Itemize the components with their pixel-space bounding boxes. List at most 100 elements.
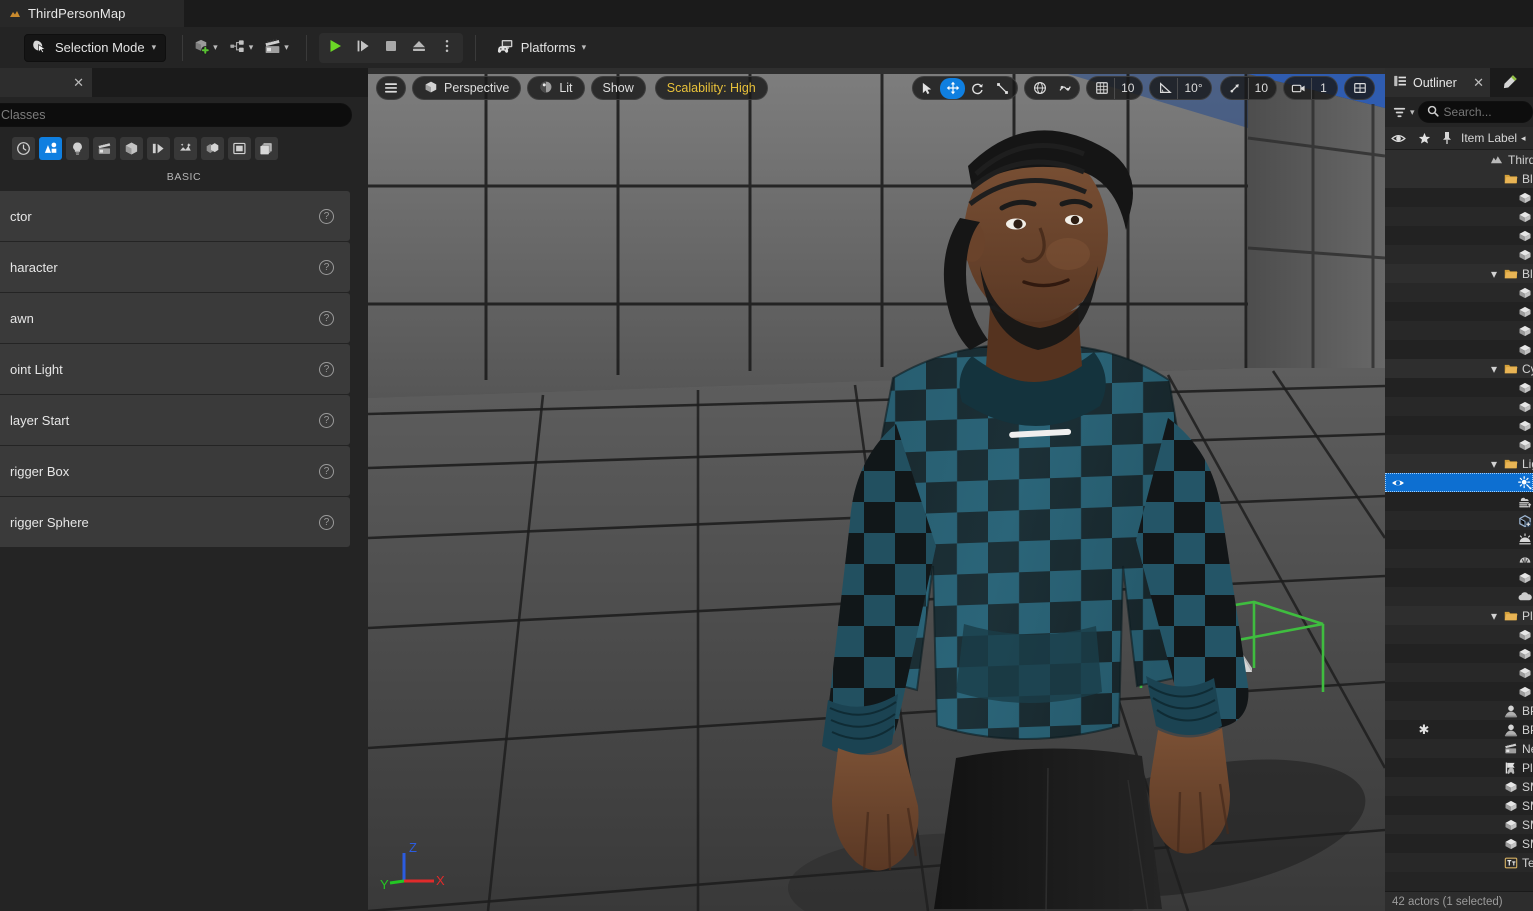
- outliner-group-row[interactable]: Bloc: [1385, 169, 1533, 188]
- outliner-item-row[interactable]: S: [1385, 416, 1533, 435]
- grid-snap-toggle[interactable]: [1089, 78, 1114, 99]
- category-lights[interactable]: [66, 137, 89, 160]
- camera-speed-value[interactable]: 1: [1311, 77, 1335, 99]
- tab-details[interactable]: [1490, 68, 1530, 97]
- world-coordinates-button[interactable]: [1027, 78, 1052, 99]
- play-button[interactable]: [321, 34, 349, 62]
- outliner-item-row[interactable]: SM_: [1385, 834, 1533, 853]
- outliner-item-row[interactable]: S: [1385, 283, 1533, 302]
- outliner-item-row[interactable]: S: [1385, 321, 1533, 340]
- blueprints-button[interactable]: ▾: [223, 33, 259, 63]
- outliner-item-row[interactable]: S: [1385, 226, 1533, 245]
- column-favorite[interactable]: [1411, 132, 1437, 145]
- help-icon[interactable]: ?: [319, 412, 334, 428]
- outliner-item-row[interactable]: BP_: [1385, 701, 1533, 720]
- outliner-item-row[interactable]: S: [1385, 435, 1533, 454]
- help-icon[interactable]: ?: [319, 463, 334, 479]
- column-item-label[interactable]: Item Label ◂: [1457, 131, 1533, 145]
- place-actor-row[interactable]: haracter?: [0, 242, 350, 292]
- outliner-item-row[interactable]: SM_: [1385, 777, 1533, 796]
- outliner-item-row[interactable]: S: [1385, 644, 1533, 663]
- outliner-item-row[interactable]: S: [1385, 625, 1533, 644]
- category-all-classes[interactable]: [201, 137, 224, 160]
- row-favorite-toggle[interactable]: ✱: [1411, 722, 1437, 738]
- outliner-group-row[interactable]: ▾ Ligh: [1385, 454, 1533, 473]
- outliner-item-row[interactable]: S: [1385, 188, 1533, 207]
- outliner-item-row[interactable]: S: [1385, 549, 1533, 568]
- outliner-item-row[interactable]: V: [1385, 587, 1533, 606]
- tab-outliner[interactable]: Outliner ✕: [1385, 68, 1490, 97]
- close-icon[interactable]: ✕: [73, 76, 84, 89]
- category-panels[interactable]: [228, 137, 251, 160]
- outliner-group-row[interactable]: ▾ Play: [1385, 606, 1533, 625]
- category-cinematic[interactable]: [93, 137, 116, 160]
- outliner-item-row[interactable]: S: [1385, 207, 1533, 226]
- camera-speed-toggle[interactable]: [1286, 78, 1311, 99]
- scale-snap-value[interactable]: 10: [1247, 77, 1274, 99]
- close-icon[interactable]: ✕: [1473, 75, 1484, 91]
- category-layers[interactable]: [255, 137, 278, 160]
- grid-snap-value[interactable]: 10: [1114, 77, 1140, 99]
- place-actor-row[interactable]: ctor?: [0, 191, 350, 241]
- outliner-item-row[interactable]: S: [1385, 378, 1533, 397]
- scale-snap-toggle[interactable]: [1223, 78, 1248, 99]
- outliner-item-row[interactable]: S: [1385, 245, 1533, 264]
- view-mode-button[interactable]: Lit: [527, 76, 585, 100]
- place-actor-row[interactable]: rigger Sphere?: [0, 497, 350, 547]
- rotate-tool-button[interactable]: [965, 78, 990, 99]
- level-tab-thirdpersonmap[interactable]: ThirdPersonMap: [0, 0, 184, 27]
- chevron-down-icon[interactable]: ▾: [1410, 107, 1415, 117]
- outliner-search-input[interactable]: Search...: [1417, 101, 1533, 123]
- outliner-item-row[interactable]: New: [1385, 739, 1533, 758]
- category-visual-effects[interactable]: [120, 137, 143, 160]
- outliner-item-row[interactable]: S: [1385, 302, 1533, 321]
- stop-button[interactable]: [377, 34, 405, 62]
- skip-frame-button[interactable]: [349, 34, 377, 62]
- place-actors-search-input[interactable]: Classes: [0, 103, 352, 127]
- outliner-item-row[interactable]: S: [1385, 340, 1533, 359]
- platforms-button[interactable]: Platforms ▾: [488, 34, 594, 62]
- translate-tool-button[interactable]: [940, 77, 966, 99]
- row-visibility-toggle[interactable]: [1385, 476, 1411, 490]
- filter-funnel-icon[interactable]: [1392, 105, 1407, 120]
- outliner-item-row[interactable]: SM_: [1385, 815, 1533, 834]
- outliner-item-row[interactable]: E: [1385, 492, 1533, 511]
- camera-mode-button[interactable]: Perspective: [412, 76, 522, 100]
- outliner-item-row[interactable]: Tex: [1385, 853, 1533, 872]
- category-basic[interactable]: [39, 137, 62, 160]
- outliner-item-row[interactable]: S: [1385, 663, 1533, 682]
- angle-snap-value[interactable]: 10°: [1177, 77, 1208, 99]
- outliner-item-row[interactable]: S: [1385, 530, 1533, 549]
- place-actor-row[interactable]: oint Light?: [0, 344, 350, 394]
- play-more-options-button[interactable]: [433, 34, 461, 62]
- help-icon[interactable]: ?: [319, 361, 334, 377]
- eject-button[interactable]: [405, 34, 433, 62]
- outliner-item-row[interactable]: Play: [1385, 758, 1533, 777]
- place-actor-row[interactable]: awn?: [0, 293, 350, 343]
- outliner-group-row[interactable]: ▾ Bloc: [1385, 264, 1533, 283]
- outliner-tree[interactable]: ThirdPBlocSSSS▾BlocSSSS▾CyliSSSS▾LighDEP…: [1385, 150, 1533, 872]
- viewport-layout-button[interactable]: [1347, 78, 1372, 99]
- show-menu-button[interactable]: Show: [590, 76, 646, 100]
- scalability-button[interactable]: Scalability: High: [654, 76, 768, 100]
- category-recently-placed[interactable]: [12, 137, 35, 160]
- place-actor-row[interactable]: rigger Box?: [0, 446, 350, 496]
- category-geometry[interactable]: [147, 137, 170, 160]
- outliner-group-row[interactable]: ThirdP: [1385, 150, 1533, 169]
- add-content-button[interactable]: ▾: [187, 33, 223, 63]
- outliner-item-row[interactable]: S: [1385, 568, 1533, 587]
- outliner-item-row[interactable]: SM_: [1385, 796, 1533, 815]
- expand-arrow-icon[interactable]: ▾: [1489, 362, 1499, 376]
- outliner-item-row[interactable]: S: [1385, 682, 1533, 701]
- scale-tool-button[interactable]: [990, 78, 1015, 99]
- outliner-group-row[interactable]: ▾ Cyli: [1385, 359, 1533, 378]
- help-icon[interactable]: ?: [319, 208, 334, 224]
- help-icon[interactable]: ?: [319, 310, 334, 326]
- expand-arrow-icon[interactable]: ▾: [1489, 609, 1499, 623]
- category-volumes[interactable]: [174, 137, 197, 160]
- expand-arrow-icon[interactable]: ▾: [1489, 457, 1499, 471]
- place-actor-row[interactable]: layer Start?: [0, 395, 350, 445]
- column-pin[interactable]: [1437, 131, 1457, 145]
- outliner-item-row[interactable]: S: [1385, 397, 1533, 416]
- level-viewport[interactable]: Perspective Lit Show Scalability: High 1…: [368, 68, 1385, 911]
